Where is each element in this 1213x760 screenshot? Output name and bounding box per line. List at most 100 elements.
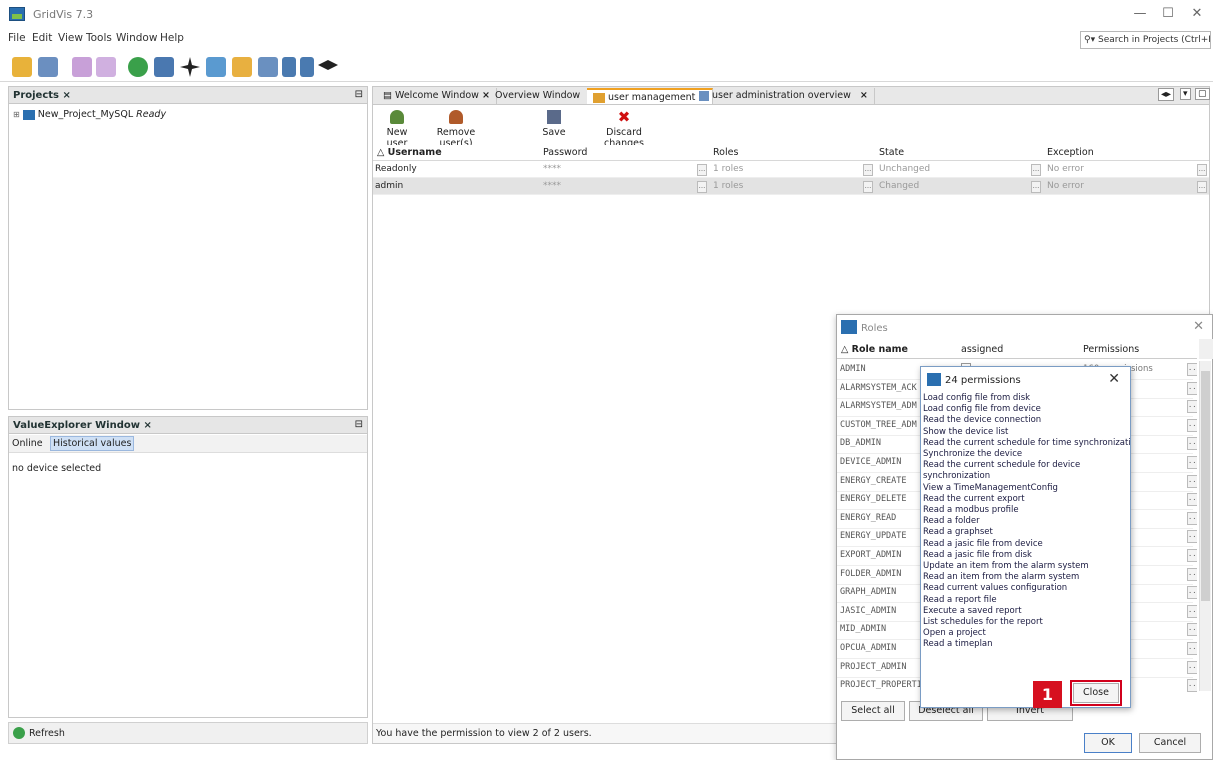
menu-view[interactable]: View — [58, 32, 83, 44]
column-role-name[interactable]: △ Role name — [841, 344, 908, 355]
edit-permissions-button[interactable]: ... — [1187, 567, 1197, 581]
edit-permissions-button[interactable]: ... — [1187, 549, 1197, 562]
close-tab-icon[interactable]: × — [143, 420, 151, 431]
role-name: ALARMSYSTEM_ACK — [840, 382, 917, 393]
minimize-panel-icon[interactable]: ⊟ — [355, 89, 363, 100]
graph-icon[interactable] — [206, 57, 226, 77]
column-state[interactable]: State — [877, 145, 904, 162]
roles-scrollbar[interactable] — [1199, 361, 1211, 691]
save-button[interactable]: Save — [539, 106, 569, 144]
main-toolbar — [0, 52, 1213, 82]
close-tab-icon[interactable]: × — [860, 90, 868, 101]
expand-icon[interactable]: ⊞ — [13, 110, 20, 119]
save-all-icon[interactable] — [38, 57, 58, 77]
edit-roles-button[interactable]: ... — [863, 181, 873, 193]
edit-password-button[interactable]: ... — [697, 181, 707, 193]
edit-permissions-button[interactable]: ... — [1187, 679, 1197, 693]
ok-button[interactable]: OK — [1084, 733, 1132, 753]
select-all-button[interactable]: Select all — [841, 701, 905, 721]
refresh-button[interactable]: Refresh — [8, 722, 368, 744]
close-dialog-icon[interactable]: ✕ — [1108, 371, 1120, 387]
edit-state-button[interactable]: ... — [1031, 164, 1041, 176]
users-icon — [593, 92, 605, 103]
projects-header: Projects × ⊟ — [8, 86, 368, 104]
discard-changes-button[interactable]: ✖ Discard changes — [589, 106, 659, 150]
edit-permissions-button[interactable]: ... — [1187, 642, 1197, 655]
edit-permissions-button[interactable]: ... — [1187, 493, 1197, 507]
maximize-icon[interactable]: ☐ — [1153, 4, 1183, 24]
close-tab-icon[interactable]: × — [63, 90, 71, 101]
edit-exception-button[interactable]: ... — [1197, 181, 1207, 193]
edit-permissions-button[interactable]: ... — [1187, 437, 1197, 451]
project-tree-item[interactable]: ⊞ New_Project_MySQL Ready — [13, 109, 166, 120]
new-user-button[interactable]: New user — [377, 106, 417, 149]
table-row[interactable]: admin **** ... 1 roles ... Changed ... N… — [373, 178, 1209, 195]
tab-historical-values[interactable]: Historical values — [50, 436, 135, 451]
column-permissions[interactable]: Permissions — [1083, 344, 1139, 355]
device-icon[interactable] — [154, 57, 174, 77]
topology-icon[interactable] — [180, 57, 200, 77]
close-dialog-icon[interactable]: ✕ — [1193, 319, 1204, 334]
edit-permissions-button[interactable]: ... — [1187, 604, 1197, 618]
menu-window[interactable]: Window — [116, 32, 157, 44]
column-password[interactable]: Password — [541, 145, 587, 162]
close-button[interactable]: Close — [1070, 680, 1122, 706]
scrollbar-thumb[interactable] — [1201, 371, 1210, 601]
role-name: EXPORT_ADMIN — [840, 550, 902, 560]
edit-permissions-button[interactable]: ... — [1187, 456, 1197, 469]
column-selector-icon[interactable] — [1199, 339, 1213, 359]
tab-scroll-icon[interactable]: ◂▸ — [1158, 88, 1175, 101]
undo-icon[interactable] — [72, 57, 92, 77]
remove-users-button[interactable]: Remove user(s) — [421, 106, 491, 149]
edit-permissions-button[interactable]: ... — [1187, 363, 1197, 376]
tab-list-icon[interactable]: ▾ — [1180, 88, 1191, 100]
report-icon[interactable] — [282, 57, 296, 77]
minimize-icon[interactable]: — — [1125, 4, 1155, 24]
column-label: Username — [387, 147, 442, 158]
close-window-icon[interactable]: ✕ — [1182, 4, 1212, 24]
table-row[interactable]: Readonly **** ... 1 roles ... Unchanged … — [373, 161, 1209, 178]
column-assigned[interactable]: assigned — [961, 344, 1003, 355]
edit-permissions-button[interactable]: ... — [1187, 418, 1197, 432]
tab-online[interactable]: Online — [12, 438, 43, 449]
minimize-panel-icon[interactable]: ⊟ — [355, 419, 363, 430]
user-icon[interactable] — [258, 57, 278, 77]
edit-permissions-button[interactable]: ... — [1187, 623, 1197, 637]
column-exception[interactable]: Exception — [1045, 145, 1094, 162]
edit-permissions-button[interactable]: ... — [1187, 586, 1197, 600]
maximize-editor-icon[interactable]: ▢ — [1195, 88, 1210, 100]
edit-permissions-button[interactable]: ... — [1187, 400, 1197, 414]
edit-exception-button[interactable]: ... — [1197, 164, 1207, 176]
cancel-button[interactable]: Cancel — [1139, 733, 1201, 753]
menu-file[interactable]: File — [8, 32, 26, 44]
export-icon[interactable] — [300, 57, 314, 77]
value-explorer-tab[interactable]: ValueExplorer Window × — [13, 420, 152, 431]
menu-help[interactable]: Help — [160, 32, 184, 44]
search-input[interactable]: ⚲▾ Search in Projects (Ctrl+I) — [1080, 31, 1211, 49]
new-project-icon[interactable] — [12, 57, 32, 77]
edit-permissions-button[interactable]: ... — [1187, 530, 1197, 544]
menu-edit[interactable]: Edit — [32, 32, 52, 44]
edit-roles-button[interactable]: ... — [863, 164, 873, 176]
online-icon[interactable] — [128, 57, 148, 77]
column-username[interactable]: △ Username — [375, 145, 442, 162]
edit-permissions-button[interactable]: ... — [1187, 381, 1197, 395]
edit-permissions-button[interactable]: ... — [1187, 474, 1197, 488]
menu-tools[interactable]: Tools — [86, 32, 112, 44]
redo-icon[interactable] — [96, 57, 116, 77]
column-roles[interactable]: Roles — [711, 145, 738, 162]
tab-user-admin-overview[interactable]: user administration overview × — [693, 88, 875, 104]
role-name: DB_ADMIN — [840, 438, 881, 449]
search-icon: ⚲▾ — [1084, 35, 1098, 45]
academy-icon[interactable] — [318, 60, 338, 70]
edit-permissions-button[interactable]: ... — [1187, 511, 1197, 525]
projects-tab[interactable]: Projects × — [13, 90, 71, 101]
tab-label: Overview Window — [495, 90, 581, 101]
edit-permissions-button[interactable]: ... — [1187, 660, 1197, 674]
edit-state-button[interactable]: ... — [1031, 181, 1041, 193]
role-name: PROJECT_PROPERTI — [840, 680, 922, 691]
wizard-icon[interactable] — [232, 57, 252, 77]
value-explorer-header: ValueExplorer Window × ⊟ — [8, 416, 368, 434]
tab-welcome-window[interactable]: ▤ Welcome Window × — [377, 88, 497, 104]
edit-password-button[interactable]: ... — [697, 164, 707, 176]
